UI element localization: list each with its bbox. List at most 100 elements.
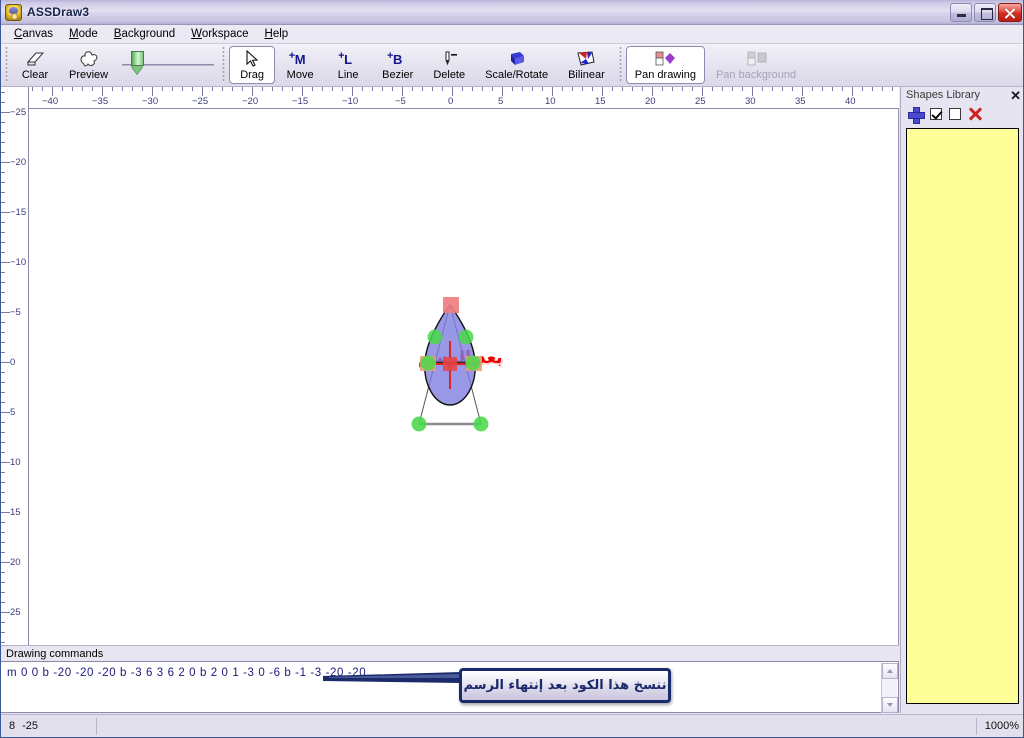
ruler-tick (872, 87, 873, 91)
plus-icon[interactable] (908, 106, 925, 124)
minimize-button[interactable] (950, 3, 972, 22)
ruler-label: −35 (92, 96, 109, 107)
ruler-tick (1, 642, 5, 643)
scroll-down-icon[interactable] (882, 697, 898, 713)
ruler-tick (1, 172, 5, 173)
tool-bilinear-label: Bilinear (568, 69, 605, 81)
ruler-tick (842, 87, 843, 91)
ruler-tick (442, 87, 443, 91)
ruler-tick (262, 87, 263, 91)
ruler-tick (882, 87, 883, 91)
checkbox-unchecked-icon[interactable] (949, 108, 961, 120)
callout-box: ننسخ هذا الكود بعد إنتهاء الرسم (459, 668, 671, 703)
menu-item-help[interactable]: Help (257, 26, 297, 42)
checkbox-checked-icon[interactable] (930, 108, 942, 120)
tool-bezier[interactable]: B + Bezier (373, 46, 422, 84)
ruler-tick (642, 87, 643, 91)
ruler-tick (512, 87, 513, 91)
ruler-tick (852, 87, 853, 96)
toolbar-grip-2[interactable] (220, 47, 228, 83)
ruler-label: 30 (745, 96, 756, 107)
drawing-commands-scrollbar[interactable] (881, 663, 898, 713)
ruler-tick (662, 87, 663, 91)
window-title: ASSDraw3 (27, 5, 90, 19)
ruler-tick (1, 382, 5, 383)
ruler-label: 20 (645, 96, 656, 107)
ruler-tick (1, 582, 5, 583)
drawing-commands-value: m 0 0 b -20 -20 -20 b -3 6 3 6 2 0 b 2 0… (7, 667, 367, 679)
ruler-tick (1, 372, 5, 373)
ruler-label: 5 (498, 96, 504, 107)
ruler-label: −20 (242, 96, 259, 107)
ruler-tick (392, 87, 393, 91)
ruler-tick (572, 87, 573, 91)
tool-scale-rotate-label: Scale/Rotate (485, 69, 549, 81)
ruler-tick (562, 87, 563, 91)
menu-item-canvas[interactable]: Canvas (6, 26, 61, 42)
red-x-icon[interactable] (968, 107, 982, 121)
ruler-tick (862, 87, 863, 91)
pan-background-icon (741, 49, 771, 69)
ruler-tick (672, 87, 673, 91)
ruler-label: −10 (10, 257, 27, 268)
maximize-button[interactable] (974, 3, 996, 22)
ruler-tick (1, 312, 10, 313)
shapes-library-close-icon[interactable]: ✕ (1010, 89, 1021, 102)
bezier-b-icon: B + (387, 49, 403, 67)
tool-preview[interactable]: Preview (60, 46, 117, 84)
tool-delete[interactable]: Delete (424, 46, 474, 84)
menu-item-background[interactable]: Background (106, 26, 183, 42)
ruler-tick (482, 87, 483, 91)
tool-bilinear[interactable]: Bilinear (559, 46, 614, 84)
ruler-tick (72, 87, 73, 91)
toolbar-grip-3[interactable] (616, 47, 624, 83)
vertical-ruler[interactable]: −25 −20 −15 −10 −5 0 5 10 15 20 25 (1, 87, 29, 645)
delete-pen-icon (439, 49, 459, 69)
menu-item-workspace[interactable]: Workspace (183, 26, 256, 42)
ruler-tick (812, 87, 813, 91)
ruler-tick (1, 182, 5, 183)
ruler-tick (62, 87, 63, 91)
drawing-canvas[interactable]: بعد الرسم (29, 109, 899, 645)
tool-clear[interactable]: Clear (12, 46, 58, 84)
ruler-tick (1, 272, 5, 273)
ruler-tick (1, 202, 5, 203)
ruler-tick (1, 412, 10, 413)
tool-drag[interactable]: Drag (229, 46, 276, 84)
tool-line[interactable]: L + Line (325, 46, 371, 84)
tool-pan-drawing[interactable]: Pan drawing (625, 46, 705, 84)
callout-text: ننسخ هذا الكود بعد إنتهاء الرسم (463, 678, 667, 693)
ruler-label: −15 (292, 96, 309, 107)
ruler-tick (82, 87, 83, 91)
drawing-commands-label: Drawing commands (1, 645, 899, 661)
menu-item-mode[interactable]: Mode (61, 26, 106, 42)
tool-pan-background[interactable]: Pan background (707, 46, 805, 84)
drawn-shape[interactable] (29, 109, 899, 645)
ruler-tick (172, 87, 173, 91)
assdraw3-window: ASSDraw3 Canvas Mode Background Workspac… (0, 0, 1024, 738)
ruler-tick (232, 87, 233, 91)
ruler-tick (242, 87, 243, 91)
drawing-commands-field[interactable]: m 0 0 b -20 -20 -20 b -3 6 3 6 2 0 b 2 0… (1, 661, 899, 713)
ruler-tick (1, 112, 10, 113)
menu-label-canvas: anvas (22, 28, 53, 40)
ruler-tick (532, 87, 533, 91)
ruler-label: −40 (42, 96, 59, 107)
shapes-library-list[interactable] (906, 128, 1019, 704)
zoom-slider-thumb[interactable] (131, 51, 145, 75)
tool-move[interactable]: M + Move (277, 46, 323, 84)
scroll-up-icon[interactable] (882, 663, 898, 679)
ruler-tick (732, 87, 733, 91)
close-button[interactable] (998, 3, 1022, 22)
zoom-slider[interactable] (122, 44, 215, 86)
ruler-tick (1, 572, 5, 573)
ruler-tick (302, 87, 303, 96)
toolbar-grip-1[interactable] (3, 47, 10, 83)
ruler-tick (1, 292, 5, 293)
tool-pan-drawing-label: Pan drawing (634, 69, 696, 81)
horizontal-ruler[interactable]: −40 −35 −30 −25 −20 −15 −10 −5 0 5 10 15 20 25 30 35 40 (1, 87, 899, 109)
shapes-library-panel: Shapes Library ✕ (900, 87, 1023, 713)
ruler-tick (542, 87, 543, 91)
tool-scale-rotate[interactable]: Scale/Rotate (476, 46, 557, 84)
ruler-label: 5 (10, 407, 16, 418)
